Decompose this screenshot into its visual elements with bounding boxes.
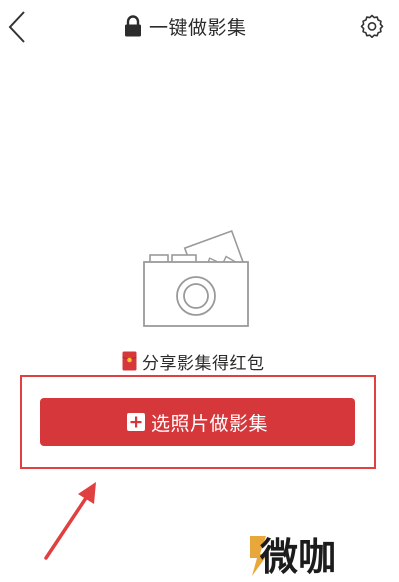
watermark-text: 微咖 xyxy=(259,535,336,578)
red-envelope-icon xyxy=(122,351,137,371)
select-photos-button[interactable]: 选照片做影集 xyxy=(40,398,355,446)
select-photos-label: 选照片做影集 xyxy=(150,412,268,435)
arrow-annotation-icon xyxy=(40,478,104,564)
share-promo[interactable]: 分享影集得红包 xyxy=(122,350,265,374)
lock-icon xyxy=(124,15,142,37)
gear-icon[interactable] xyxy=(360,14,384,39)
page-title: 一键做影集 xyxy=(124,12,247,40)
share-label: 分享影集得红包 xyxy=(142,353,265,374)
watermark-logo: 微咖 xyxy=(248,530,358,579)
plus-icon xyxy=(126,413,145,431)
page-title-text: 一键做影集 xyxy=(149,16,247,39)
back-chevron-icon[interactable] xyxy=(4,10,30,44)
camera-icon xyxy=(140,228,252,330)
